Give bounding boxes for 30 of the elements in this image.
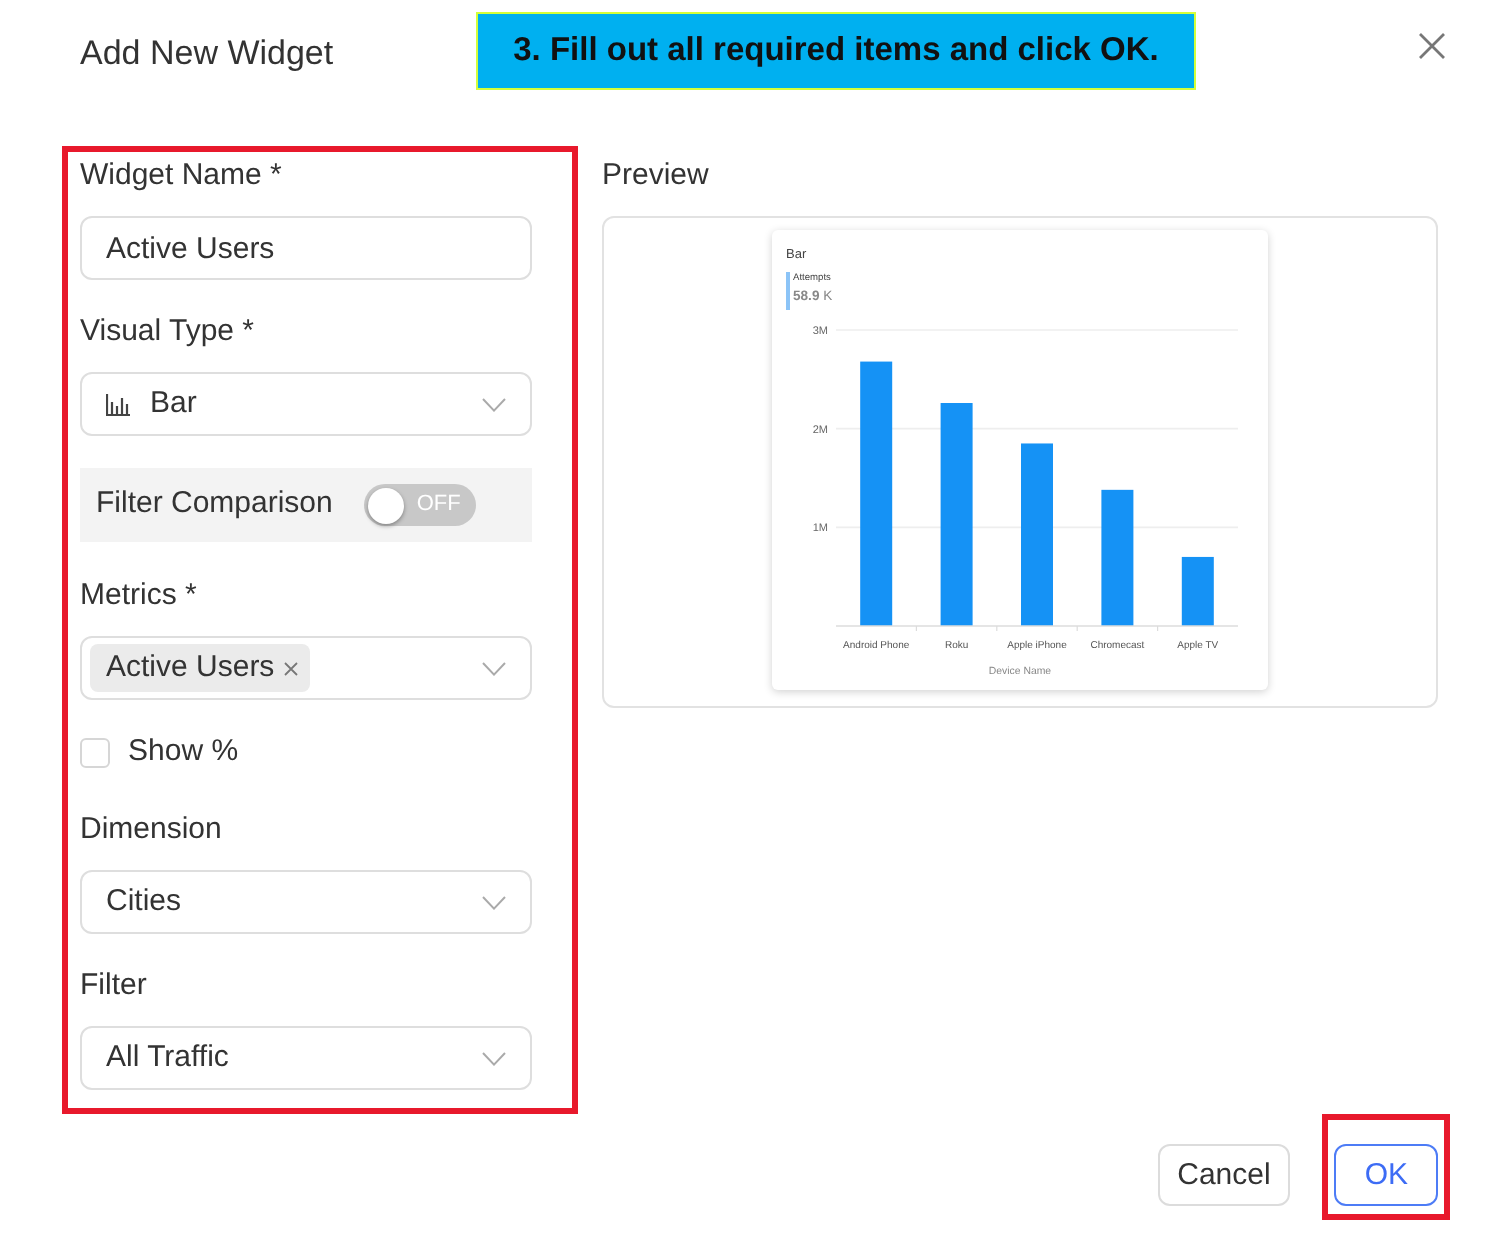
dropdown[interactable]: All Traffic	[80, 1026, 532, 1090]
chevron-down-icon[interactable]	[482, 895, 506, 909]
field-label: Metrics *	[80, 576, 199, 616]
text-input[interactable]: Active Users	[80, 216, 532, 280]
accent-line	[786, 272, 789, 310]
selected-metric[interactable]: Active Users	[90, 644, 311, 692]
dropdown[interactable]: Cities	[80, 870, 532, 934]
close-icon[interactable]	[1418, 31, 1446, 59]
bar	[1101, 489, 1134, 626]
toggle-knob	[368, 487, 405, 523]
preview-label: Preview	[602, 156, 711, 196]
cancel-button[interactable]: Cancel	[1157, 1144, 1291, 1206]
ok-button[interactable]: OK	[1334, 1144, 1438, 1206]
field-label: Filter	[80, 966, 149, 1006]
field-label: Visual Type *	[80, 312, 257, 352]
chevron-down-icon[interactable]	[482, 397, 506, 411]
multi-select-field[interactable]: Active Users	[80, 636, 532, 700]
dialog-title: Add New Widget	[80, 32, 336, 77]
instruction-banner: 3. Fill out all required items and click OK.	[476, 12, 1196, 90]
remove-icon[interactable]	[284, 661, 299, 675]
bar-chart-icon	[106, 393, 130, 415]
chevron-down-icon[interactable]	[482, 661, 506, 675]
checkbox-label: Show %	[128, 731, 239, 772]
bar	[1181, 556, 1214, 626]
field-label: Widget Name *	[80, 156, 284, 196]
field-label: Dimension	[80, 810, 224, 850]
toggle-label: Filter Comparison	[96, 484, 333, 525]
dropdown[interactable]: Bar	[80, 372, 532, 436]
chevron-down-icon[interactable]	[482, 1051, 506, 1065]
checkbox[interactable]	[80, 737, 110, 767]
